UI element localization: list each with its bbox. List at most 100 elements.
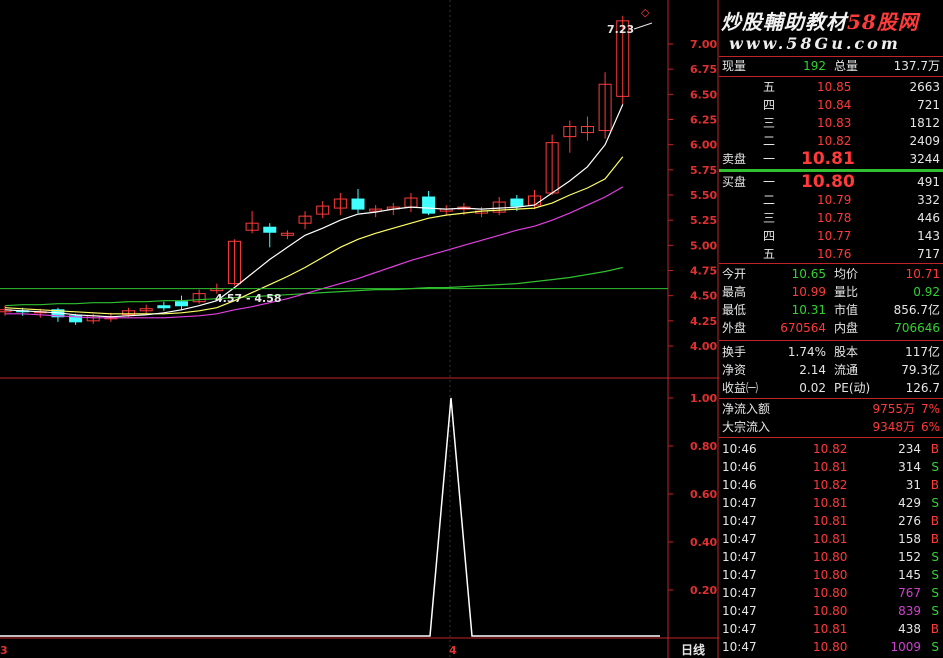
bid-qty: 446 xyxy=(917,211,940,225)
candle-body xyxy=(422,196,436,214)
price-tick-label: 5.00 xyxy=(690,239,717,252)
ask-qty: 2409 xyxy=(909,134,940,148)
tick-row: 10:47 10.80 152 S xyxy=(719,548,943,566)
tick-price: 10.80 xyxy=(813,604,848,618)
ask-qty: 2663 xyxy=(909,80,940,94)
vol-total-label: 总量 xyxy=(834,59,859,73)
tick-price: 10.81 xyxy=(813,622,848,636)
ask-row: 二 10.82 2409 xyxy=(719,132,943,150)
bid-price: 10.80 xyxy=(801,172,855,192)
stat-label: 市值 xyxy=(834,303,859,317)
stat-label: 均价 xyxy=(834,267,859,281)
banner-url[interactable]: www.58Gu.com xyxy=(729,34,901,53)
tick-price: 10.80 xyxy=(813,640,848,654)
tick-price: 10.80 xyxy=(813,586,848,600)
fund-value: 117亿 xyxy=(905,345,940,359)
tick-row: 10:47 10.80 767 S xyxy=(719,584,943,602)
volume-row: 现量 192 总量 137.7万 xyxy=(719,57,943,75)
ask-level: 五 xyxy=(763,80,776,94)
price-tick-label: 4.25 xyxy=(690,315,717,328)
stat-row: 最低 10.31 市值 856.7亿 xyxy=(719,301,943,319)
bid-row: 五 10.76 717 xyxy=(719,245,943,263)
candle-body xyxy=(510,198,524,207)
bid-level: 二 xyxy=(763,193,776,207)
stat-value: 10.71 xyxy=(905,267,940,281)
bid-level: 一 xyxy=(763,175,776,189)
tick-volume: 31 xyxy=(905,478,921,492)
tick-volume: 158 xyxy=(898,532,921,546)
candles xyxy=(0,15,630,325)
tick-price: 10.82 xyxy=(813,478,848,492)
ma60-line xyxy=(4,266,623,307)
price-tick-label: 5.75 xyxy=(690,164,717,177)
stat-value: 670564 xyxy=(780,321,826,335)
price-tick-label: 5.50 xyxy=(690,189,717,202)
tick-row: 10:47 10.81 158 B xyxy=(719,530,943,548)
divider xyxy=(719,340,943,341)
tick-volume: 767 xyxy=(898,586,921,600)
tick-price: 10.81 xyxy=(813,460,848,474)
ma5-line xyxy=(4,104,624,318)
ask-qty: 3244 xyxy=(909,152,940,166)
bid-qty: 491 xyxy=(917,175,940,189)
banner-title: 炒股輔助教材58股网 xyxy=(721,6,919,35)
last-price-marker: 7.23 xyxy=(607,23,634,36)
ask-qty: 1812 xyxy=(909,116,940,130)
vol-now: 192 xyxy=(803,59,826,73)
tick-side: B xyxy=(930,532,939,546)
period-label[interactable]: 日线 xyxy=(681,642,705,657)
stat-row: 今开 10.65 均价 10.71 xyxy=(719,265,943,283)
price-tick-label: 6.25 xyxy=(690,114,717,127)
indicator-line xyxy=(0,397,660,637)
flow-row: 净流入额 9755万 7% xyxy=(719,400,943,418)
banner: 炒股輔助教材58股网 www.58Gu.com xyxy=(719,0,943,56)
tick-price: 10.80 xyxy=(813,550,848,564)
price-tick-label: 4.00 xyxy=(690,340,717,353)
tick-time: 10:46 xyxy=(722,442,757,456)
fund-value: 126.7 xyxy=(905,381,940,395)
bid-level: 四 xyxy=(763,229,776,243)
fund-label: 收益㈠ xyxy=(722,381,759,395)
tick-time: 10:47 xyxy=(722,532,757,546)
price-tick-label: 6.75 xyxy=(690,63,717,76)
tick-row: 10:47 10.80 145 S xyxy=(719,566,943,584)
fund-value: 1.74% xyxy=(787,345,826,359)
stat-label: 量比 xyxy=(834,285,859,299)
flow-value: 9348万 xyxy=(872,420,915,434)
tick-side: S xyxy=(931,568,939,582)
tick-price: 10.82 xyxy=(813,442,848,456)
tick-volume: 438 xyxy=(898,622,921,636)
kline-chart[interactable]: 7.00 6.75 6.50 6.25 6.00 5.75 5.50 5.25 5.00 4.75… xyxy=(0,0,719,658)
tick-price: 10.80 xyxy=(813,568,848,582)
tick-side: B xyxy=(930,478,939,492)
tick-time: 10:47 xyxy=(722,586,757,600)
ask-price: 10.85 xyxy=(817,80,852,94)
tick-side: S xyxy=(931,604,939,618)
vol-now-label: 现量 xyxy=(722,59,747,73)
tick-volume: 429 xyxy=(898,496,921,510)
tick-time: 10:46 xyxy=(722,460,757,474)
tick-volume: 839 xyxy=(898,604,921,618)
tick-side: S xyxy=(931,550,939,564)
tick-time: 10:47 xyxy=(722,568,757,582)
tick-time: 10:46 xyxy=(722,478,757,492)
ask-price: 10.84 xyxy=(817,98,852,112)
buy-label: 买盘 xyxy=(722,175,747,189)
price-tick-label: 7.00 xyxy=(690,38,717,51)
ma10-line xyxy=(4,156,624,315)
stat-value: 10.31 xyxy=(791,303,826,317)
tick-side: B xyxy=(930,622,939,636)
stat-value: 856.7亿 xyxy=(893,303,940,317)
candle-body xyxy=(175,301,188,307)
sell-label: 卖盘 xyxy=(722,152,747,166)
stat-label: 今开 xyxy=(722,267,747,281)
tick-volume: 234 xyxy=(898,442,921,456)
indicator-tick-label: 0.20 xyxy=(690,584,717,597)
fund-label: 股本 xyxy=(834,345,859,359)
price-tick-label: 5.25 xyxy=(690,214,717,227)
fund-label: 净资 xyxy=(722,363,747,377)
bid-level: 五 xyxy=(763,247,776,261)
tick-price: 10.81 xyxy=(813,496,848,510)
tick-price: 10.81 xyxy=(813,514,848,528)
bid-price: 10.78 xyxy=(817,211,852,225)
